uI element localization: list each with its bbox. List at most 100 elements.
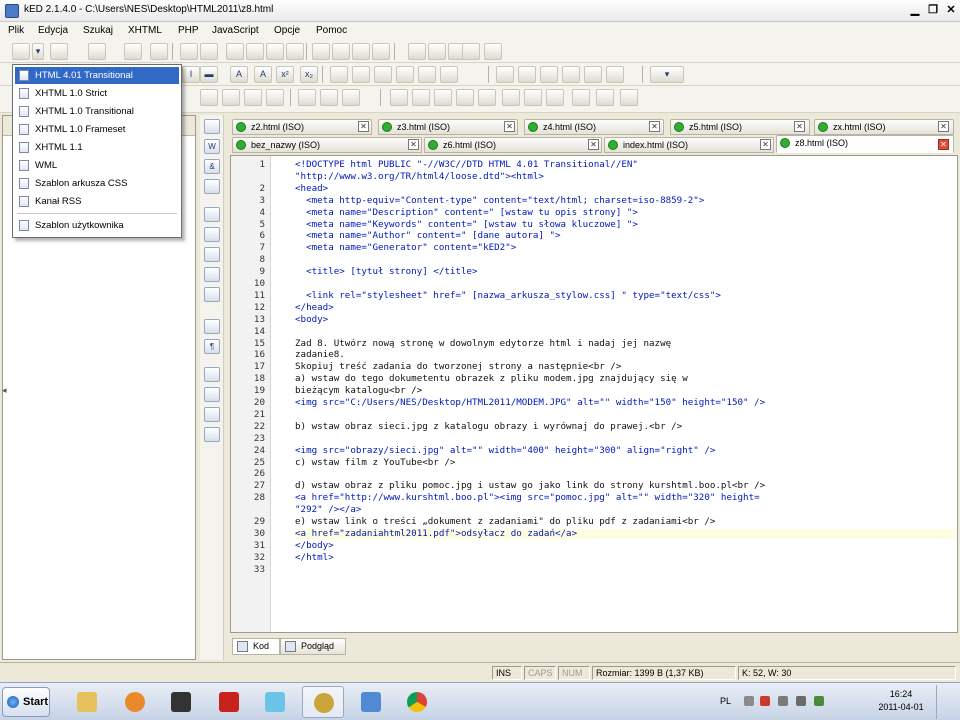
code-line[interactable]: <a href="http://www.kurshtml.boo.pl"><im… xyxy=(295,493,760,503)
tab-code[interactable]: Kod xyxy=(232,638,280,655)
code-line[interactable]: <meta name="Generator" content="kED2"> xyxy=(295,243,516,253)
code-line[interactable]: Skopiuj treść zadania do tworzonej stron… xyxy=(295,362,621,372)
list-ordered-icon[interactable] xyxy=(320,89,338,106)
settings-dropdown-icon[interactable]: ▾ xyxy=(650,66,684,83)
indent-icon[interactable] xyxy=(204,267,220,282)
flag-icon[interactable] xyxy=(760,696,770,706)
cut-icon[interactable] xyxy=(226,43,244,60)
tab-z2[interactable]: z2.html (ISO) xyxy=(232,119,372,135)
tab-z4[interactable]: z4.html (ISO) xyxy=(524,119,664,135)
superscript-button[interactable]: x² xyxy=(276,66,294,83)
code-line[interactable]: zadanie8. xyxy=(295,350,345,360)
code-line[interactable]: <meta http-equiv="Content-type" content=… xyxy=(295,195,704,206)
outdent-icon[interactable] xyxy=(204,287,220,302)
form-list-icon[interactable] xyxy=(478,89,496,106)
collapse-arrow-icon[interactable]: ◂ xyxy=(2,385,7,396)
code-line[interactable]: <link rel="stylesheet" href=" [nazwa_ark… xyxy=(295,290,721,301)
tab-zx[interactable]: zx.html (ISO) xyxy=(814,119,954,135)
show-desktop-button[interactable] xyxy=(936,685,956,719)
paragraph-icon[interactable]: ¶ xyxy=(204,339,220,354)
heading-3-icon[interactable] xyxy=(374,66,392,83)
menu-opcje[interactable]: Opcje xyxy=(274,25,300,36)
form-image-icon[interactable] xyxy=(546,89,564,106)
marker-icon[interactable] xyxy=(204,387,220,402)
code-text[interactable]: <!DOCTYPE html PUBLIC "-//W3C//DTD HTML … xyxy=(289,160,957,630)
code-line[interactable]: "292" /></a> xyxy=(295,505,361,515)
close-tag-icon[interactable] xyxy=(204,207,220,222)
taskbar-explorer[interactable] xyxy=(66,686,108,718)
tab-z5[interactable]: z5.html (ISO) xyxy=(670,119,810,135)
menu-plik[interactable]: Plik xyxy=(8,25,24,36)
clock[interactable]: 16:24 2011-04-01 xyxy=(876,688,926,714)
code-line[interactable]: </head> xyxy=(295,302,334,313)
form-textarea-icon[interactable] xyxy=(412,89,430,106)
code-line[interactable]: bieżącym katalogu<br /> xyxy=(295,386,422,396)
font-smaller-button[interactable]: A xyxy=(254,66,272,83)
tab-close-icon[interactable]: ✕ xyxy=(358,121,369,132)
save-all-icon[interactable] xyxy=(124,43,142,60)
list-unordered-icon[interactable] xyxy=(298,89,316,106)
color-picker-icon[interactable] xyxy=(204,179,220,194)
form-select-icon[interactable] xyxy=(456,89,474,106)
clipboard-icon[interactable] xyxy=(204,407,220,422)
code-line[interactable]: <img src="C:/Users/NES/Desktop/HTML2011/… xyxy=(295,398,765,408)
insert-anchor-icon[interactable] xyxy=(266,89,284,106)
code-line[interactable]: <body> xyxy=(295,314,328,325)
code-line[interactable]: <meta name="Author" content=" [dane auto… xyxy=(295,231,560,241)
zoom-out-icon[interactable] xyxy=(428,43,446,60)
print-icon[interactable] xyxy=(150,43,168,60)
volume-icon[interactable] xyxy=(796,696,806,706)
menu-item-user-template[interactable]: Szablon użytkownika xyxy=(15,217,179,234)
menu-javascript[interactable]: JavaScript xyxy=(212,25,259,36)
code-line[interactable]: <meta name="Keywords" content=" [wstaw t… xyxy=(295,219,638,230)
heading-2-icon[interactable] xyxy=(352,66,370,83)
tab-z8[interactable]: z8.html (ISO) xyxy=(776,135,954,153)
color-icon[interactable] xyxy=(606,66,624,83)
code-line[interactable]: b) wstaw obraz sieci.jpg z katalogu obra… xyxy=(295,421,682,432)
new-dropdown-icon[interactable]: ▾ xyxy=(32,43,44,60)
tab-close-icon[interactable]: ✕ xyxy=(938,139,949,150)
taskbar-network[interactable] xyxy=(350,686,392,718)
code-line[interactable]: <img src="obrazy/sieci.jpg" alt="" width… xyxy=(295,445,715,456)
code-line[interactable]: <a href="zadaniahtml2011.pdf">odsyłacz d… xyxy=(295,528,955,539)
tab-close-icon[interactable]: ✕ xyxy=(504,121,515,132)
open-folder-icon[interactable] xyxy=(50,43,68,60)
minimize-button[interactable]: ▁ xyxy=(906,2,924,18)
tab-close-icon[interactable]: ✕ xyxy=(760,139,771,150)
code-line[interactable]: c) wstaw film z YouTube<br /> xyxy=(295,457,455,468)
form-label-icon[interactable] xyxy=(620,89,638,106)
tab-close-icon[interactable]: ✕ xyxy=(408,139,419,150)
battery-icon[interactable] xyxy=(814,696,824,706)
code-line[interactable]: e) wstaw link o treści „dokument z zadan… xyxy=(295,517,715,527)
subscript-button[interactable]: x₂ xyxy=(300,66,318,83)
list-item-icon[interactable] xyxy=(342,89,360,106)
snippet-icon[interactable] xyxy=(204,367,220,382)
heading-6-icon[interactable] xyxy=(440,66,458,83)
close-button[interactable]: ✕ xyxy=(942,2,960,18)
menu-item-rss[interactable]: Kanał RSS xyxy=(15,193,179,210)
restore-button[interactable]: ❐ xyxy=(924,2,942,18)
tab-close-icon[interactable]: ✕ xyxy=(938,121,949,132)
form-textfield-icon[interactable] xyxy=(390,89,408,106)
save-icon[interactable] xyxy=(88,43,106,60)
tab-close-icon[interactable]: ✕ xyxy=(588,139,599,150)
find-icon[interactable] xyxy=(312,43,330,60)
code-line[interactable]: a) wstaw do tego dokumetentu obrazek z p… xyxy=(295,374,688,384)
network-tray-icon[interactable] xyxy=(778,696,788,706)
insert-image-icon[interactable] xyxy=(200,89,218,106)
menu-pomoc[interactable]: Pomoc xyxy=(316,25,347,36)
goto-icon[interactable] xyxy=(372,43,390,60)
menu-item-html401[interactable]: HTML 4.01 Transitional xyxy=(15,67,179,84)
menu-item-css[interactable]: Szablon arkusza CSS xyxy=(15,175,179,192)
new-document-icon[interactable] xyxy=(12,43,30,60)
layer-icon[interactable] xyxy=(562,66,580,83)
replace-icon[interactable] xyxy=(332,43,350,60)
delete-icon[interactable] xyxy=(286,43,304,60)
form-file-icon[interactable] xyxy=(596,89,614,106)
italic-button[interactable]: I xyxy=(182,66,200,83)
code-line[interactable]: <title> [tytuł strony] </title> xyxy=(295,267,477,277)
template-icon[interactable] xyxy=(204,427,220,442)
taskbar-acrobat[interactable] xyxy=(208,686,250,718)
code-line[interactable]: <!DOCTYPE html PUBLIC "-//W3C//DTD HTML … xyxy=(295,160,638,170)
copy-icon[interactable] xyxy=(246,43,264,60)
